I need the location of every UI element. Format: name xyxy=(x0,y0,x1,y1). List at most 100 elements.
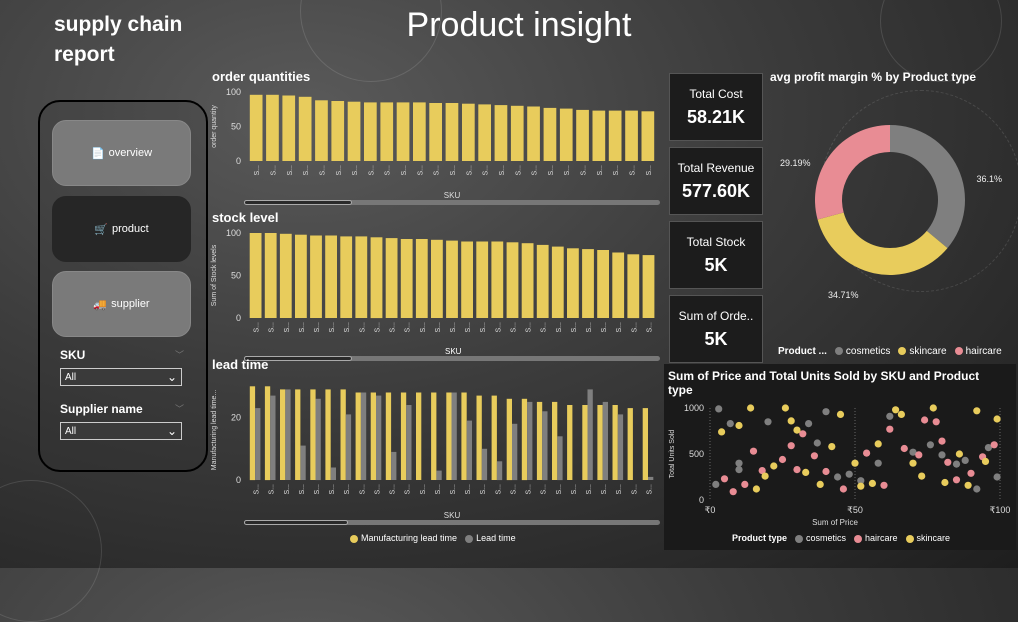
scatter-point xyxy=(938,451,946,459)
x-tick-label: S... xyxy=(480,484,487,495)
x-tick-label: S... xyxy=(564,165,571,176)
kpi-total-stock[interactable]: Total Stock 5K xyxy=(669,221,763,289)
kpi-total-cost[interactable]: Total Cost 58.21K xyxy=(669,73,763,141)
kpi-value: 58.21K xyxy=(686,106,746,127)
stock-level-chart[interactable]: Sum of Stock levels 0 50 100 S... S... S... S..… xyxy=(208,227,662,347)
x-tick-label: S... xyxy=(483,165,490,176)
bar xyxy=(557,436,563,481)
sku-filter-dropdown[interactable]: All ⌄ xyxy=(60,368,182,386)
decorative-ring xyxy=(0,480,102,622)
legend-swatch xyxy=(465,534,474,543)
legend-item[interactable]: skincare xyxy=(905,533,950,543)
x-tick-label: S... xyxy=(314,322,321,333)
lead-time-scroll-thumb[interactable] xyxy=(244,520,348,525)
legend-swatch xyxy=(795,534,804,543)
kpi-total-revenue[interactable]: Total Revenue 577.60K xyxy=(669,147,763,215)
bar xyxy=(476,241,489,318)
legend-item[interactable]: haircare xyxy=(854,533,898,543)
x-tick-label: S... xyxy=(287,165,294,176)
x-tick-label: S... xyxy=(631,322,638,333)
scatter-point xyxy=(718,428,726,436)
bar xyxy=(642,255,655,318)
legend-title: Product type xyxy=(732,533,788,543)
chevron-down-icon[interactable]: ﹀ xyxy=(175,402,184,415)
x-tick-label: S... xyxy=(450,322,457,333)
scatter-point xyxy=(851,459,859,467)
x-tick-label: S... xyxy=(630,165,637,176)
kpi-sum-of-orders[interactable]: Sum of Orde.. 5K xyxy=(669,295,763,363)
profit-margin-donut-chart[interactable]: 36.1% 34.71% 29.19% xyxy=(770,120,1010,310)
bar xyxy=(347,101,361,161)
y-tick-label: 0 xyxy=(236,313,241,323)
scatter-point xyxy=(973,407,981,415)
x-tick-label: S... xyxy=(548,165,555,176)
scatter-point xyxy=(810,452,818,460)
kpi-value: 5K xyxy=(704,328,728,349)
scatter-point xyxy=(886,425,894,433)
nav-product-button[interactable]: 🛒 product xyxy=(52,196,191,262)
bar xyxy=(396,102,410,161)
x-tick-label: S... xyxy=(646,322,653,333)
bar xyxy=(416,392,422,480)
legend-swatch xyxy=(854,534,863,543)
x-tick-label: S... xyxy=(336,165,343,176)
legend-item[interactable]: haircare xyxy=(954,346,1002,357)
order-quantities-scroll-thumb[interactable] xyxy=(244,200,352,205)
x-tick-label: S... xyxy=(390,484,397,495)
supplier-filter-dropdown[interactable]: All ⌄ xyxy=(60,422,182,440)
bar xyxy=(295,234,307,318)
nav-supplier-button[interactable]: 🚚 supplier xyxy=(52,271,191,337)
scatter-point xyxy=(941,478,949,487)
legend-item[interactable]: Manufacturing lead time xyxy=(350,533,457,543)
donut-slice xyxy=(817,212,948,275)
bar xyxy=(249,94,263,161)
profit-margin-title: avg profit margin % by Product type xyxy=(770,70,977,84)
legend-item[interactable]: Lead time xyxy=(465,533,516,543)
scatter-point xyxy=(822,467,830,476)
x-tick-label: S... xyxy=(303,165,310,176)
scatter-point xyxy=(845,470,853,478)
bar xyxy=(592,110,606,161)
price-units-scatter-chart[interactable]: Total Units Sold 0 500 1000 ₹0 ₹50 ₹100 Sum of … xyxy=(664,398,1016,530)
bar xyxy=(446,392,452,480)
bar xyxy=(641,111,655,161)
bar xyxy=(413,102,426,161)
order-quantities-chart[interactable]: order quantity 0 50 100 S... S... S... S... S...… xyxy=(208,86,662,206)
legend-label: Manufacturing lead time xyxy=(361,533,458,543)
lead-time-chart[interactable]: Manufacturing lead time... 0 20 S... S... S..… xyxy=(208,374,662,520)
order-quantities-title: order quantities xyxy=(212,69,311,84)
bar xyxy=(491,395,497,480)
nav-overview-button[interactable]: 📄 overview xyxy=(52,120,191,186)
legend-item[interactable]: skincare xyxy=(898,346,947,357)
bar xyxy=(451,392,457,480)
x-tick-label: S... xyxy=(284,322,291,333)
chevron-down-icon[interactable]: ﹀ xyxy=(175,348,184,361)
stock-level-xaxis-label: SKU xyxy=(445,347,462,356)
kpi-value: 577.60K xyxy=(681,180,751,201)
scatter-point xyxy=(915,451,923,459)
x-tick-label: S... xyxy=(359,484,366,495)
legend-swatch xyxy=(898,347,907,356)
scatter-point xyxy=(816,480,824,488)
legend-item[interactable]: cosmetics xyxy=(834,346,890,357)
scatter-point xyxy=(720,475,729,483)
bar xyxy=(602,401,608,480)
x-tick-label: S... xyxy=(571,484,578,495)
bar xyxy=(597,250,609,318)
y-tick-label: 0 xyxy=(236,156,241,166)
kpi-label: Total Stock xyxy=(686,234,746,249)
scatter-point xyxy=(993,415,1001,423)
bar xyxy=(355,392,361,480)
x-tick-label: S... xyxy=(526,322,533,333)
scatter-point xyxy=(787,442,795,450)
nav-product-label: product xyxy=(112,223,149,235)
x-tick-label: S... xyxy=(646,484,653,495)
scatter-point xyxy=(918,472,926,480)
legend-label: skincare xyxy=(909,346,947,357)
bar xyxy=(298,96,312,161)
x-tick-label: S... xyxy=(556,322,563,333)
x-tick-label: S... xyxy=(299,484,306,495)
legend-item[interactable]: cosmetics xyxy=(795,533,846,543)
bar xyxy=(436,470,442,480)
x-tick-label: S... xyxy=(465,322,472,333)
